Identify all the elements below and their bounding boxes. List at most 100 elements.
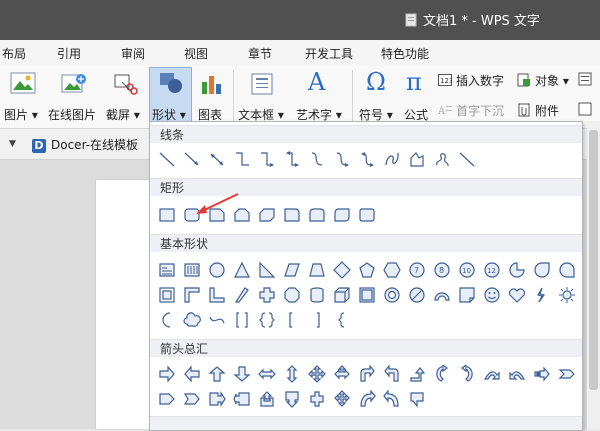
basic-shape-41[interactable] [308, 311, 326, 329]
arrow-shape-26[interactable] [358, 390, 376, 408]
line-shape-11[interactable] [408, 150, 426, 168]
basic-shape-22[interactable] [258, 286, 276, 304]
line-shape-13[interactable] [458, 150, 476, 168]
dropdown-scroll-thumb[interactable] [589, 130, 598, 390]
basic-shape-32[interactable] [508, 286, 526, 304]
collapse-arrow-icon[interactable]: ▼ [9, 139, 16, 149]
arrow-shape-28[interactable] [408, 390, 426, 408]
basic-shape-2[interactable] [183, 261, 201, 279]
basic-shape-38[interactable] [233, 311, 251, 329]
menu-view[interactable]: 视图 [184, 45, 208, 62]
basic-shape-10[interactable] [383, 261, 401, 279]
basic-shape-25[interactable] [333, 286, 351, 304]
basic-shape-8[interactable] [333, 261, 351, 279]
online-picture-button[interactable]: 在线图片 [48, 68, 100, 126]
basic-shape-7[interactable] [308, 261, 326, 279]
arrow-shape-24[interactable] [308, 390, 326, 408]
arrow-shape-12[interactable] [433, 365, 451, 383]
basic-shape-23[interactable] [283, 286, 301, 304]
basic-shape-39[interactable] [258, 311, 276, 329]
basic-shape-14[interactable]: 12 [483, 261, 501, 279]
arrow-shape-23[interactable] [283, 390, 301, 408]
arrow-shape-17[interactable] [558, 365, 576, 383]
menu-references[interactable]: 引用 [57, 45, 81, 62]
arrow-shape-25[interactable] [333, 390, 351, 408]
arrow-shape-4[interactable] [233, 365, 251, 383]
chart-button[interactable]: 图表 [194, 68, 230, 126]
object-button[interactable]: 对象 ▾ [517, 72, 569, 90]
basic-shape-27[interactable] [383, 286, 401, 304]
basic-shape-17[interactable] [558, 261, 576, 279]
basic-shape-13[interactable]: 10 [458, 261, 476, 279]
basic-shape-30[interactable] [458, 286, 476, 304]
basic-shape-21[interactable] [233, 286, 251, 304]
rect-shape-8[interactable] [333, 206, 351, 224]
basic-shape-33[interactable] [533, 286, 551, 304]
line-shape-4[interactable] [233, 150, 251, 168]
rect-shape-2[interactable] [183, 206, 201, 224]
arrow-shape-20[interactable] [208, 390, 226, 408]
basic-shape-16[interactable] [533, 261, 551, 279]
line-shape-5[interactable] [258, 150, 276, 168]
basic-shape-42[interactable] [333, 311, 351, 329]
line-shape-2[interactable] [183, 150, 201, 168]
line-shape-6[interactable] [283, 150, 301, 168]
basic-shape-1[interactable] [158, 261, 176, 279]
basic-shape-35[interactable] [158, 311, 176, 329]
arrow-shape-18[interactable] [158, 390, 176, 408]
basic-shape-11[interactable]: 7 [408, 261, 426, 279]
basic-shape-20[interactable] [208, 286, 226, 304]
arrow-shape-21[interactable] [233, 390, 251, 408]
arrow-shape-2[interactable] [183, 365, 201, 383]
arrow-shape-27[interactable] [383, 390, 401, 408]
arrow-shape-1[interactable] [158, 365, 176, 383]
arrow-shape-11[interactable] [408, 365, 426, 383]
overflow-item-icon[interactable] [578, 102, 592, 119]
arrow-shape-19[interactable] [183, 390, 201, 408]
basic-shape-36[interactable] [183, 311, 201, 329]
line-shape-12[interactable] [433, 150, 451, 168]
arrow-shape-10[interactable] [383, 365, 401, 383]
menu-chapter[interactable]: 章节 [248, 45, 272, 62]
basic-shape-15[interactable] [508, 261, 526, 279]
rect-shape-5[interactable] [258, 206, 276, 224]
line-shape-8[interactable] [333, 150, 351, 168]
attachment-button[interactable]: 附件 [517, 102, 559, 120]
line-shape-1[interactable] [158, 150, 176, 168]
basic-shape-37[interactable] [208, 311, 226, 329]
basic-shape-34[interactable] [558, 286, 576, 304]
basic-shape-18[interactable] [158, 286, 176, 304]
arrow-shape-9[interactable] [358, 365, 376, 383]
basic-shape-12[interactable]: 8 [433, 261, 451, 279]
basic-shape-40[interactable] [283, 311, 301, 329]
insert-picture-button[interactable]: 图片 ▾ [2, 68, 46, 126]
arrow-shape-14[interactable] [483, 365, 501, 383]
line-shape-3[interactable] [208, 150, 226, 168]
arrow-shape-8[interactable] [333, 365, 351, 383]
arrow-shape-5[interactable] [258, 365, 276, 383]
basic-shape-3[interactable] [208, 261, 226, 279]
shapes-button[interactable]: 形状 ▾ [149, 67, 192, 125]
basic-shape-4[interactable] [233, 261, 251, 279]
basic-shape-29[interactable] [433, 286, 451, 304]
arrow-shape-6[interactable] [283, 365, 301, 383]
arrow-shape-13[interactable] [458, 365, 476, 383]
menu-layout[interactable]: 布局 [2, 45, 26, 62]
basic-shape-6[interactable] [283, 261, 301, 279]
menu-special-features[interactable]: 特色功能 [381, 45, 429, 62]
basic-shape-5[interactable] [258, 261, 276, 279]
screenshot-button[interactable]: 截屏 ▾ [104, 68, 146, 126]
line-shape-7[interactable] [308, 150, 326, 168]
symbol-button[interactable]: Ω 符号 ▾ [356, 68, 396, 126]
rect-shape-1[interactable] [158, 206, 176, 224]
wordart-button[interactable]: A 艺术字 ▾ [294, 68, 346, 126]
formula-button[interactable]: π 公式 [400, 68, 432, 126]
line-shape-10[interactable] [383, 150, 401, 168]
line-shape-9[interactable] [358, 150, 376, 168]
menu-developer[interactable]: 开发工具 [305, 45, 353, 62]
rect-shape-3[interactable] [208, 206, 226, 224]
textbox-button[interactable]: 文本框 ▾ [236, 68, 288, 126]
menu-review[interactable]: 审阅 [121, 45, 145, 62]
arrow-shape-7[interactable] [308, 365, 326, 383]
basic-shape-31[interactable] [483, 286, 501, 304]
